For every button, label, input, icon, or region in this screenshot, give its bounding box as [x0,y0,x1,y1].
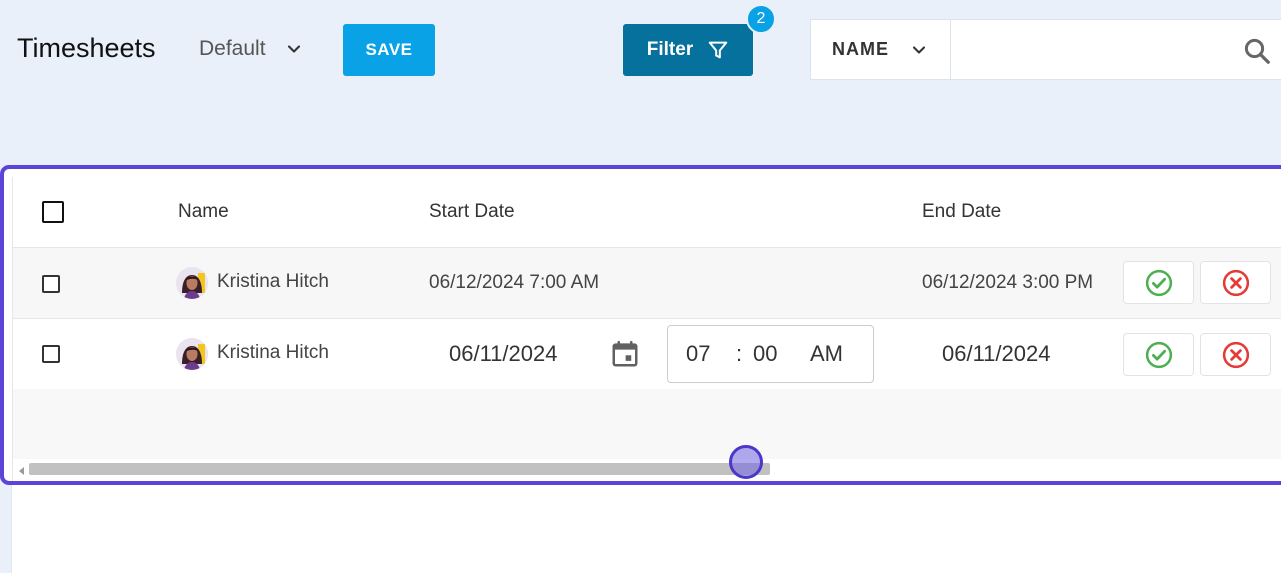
calendar-icon[interactable] [610,339,640,369]
avatar [176,338,208,370]
start-hour[interactable]: 07 [686,341,710,367]
start-datetime: 06/12/2024 7:00 AM [429,272,600,293]
reject-button[interactable] [1200,333,1271,376]
horizontal-scrollbar-thumb[interactable] [29,463,770,475]
avatar [176,267,208,299]
employee-name: Kristina Hitch [217,271,329,292]
view-select[interactable]: Default [199,37,304,61]
search-field-select[interactable]: NAME [811,20,951,79]
start-minute[interactable]: 00 [753,341,777,367]
filter-button-label: Filter [646,39,694,60]
reject-button[interactable] [1200,261,1271,304]
column-header-name[interactable]: Name [178,201,229,223]
filter-count-badge: 2 [746,4,776,34]
end-date-input[interactable]: 06/11/2024 [942,341,1050,367]
filter-icon [708,41,728,59]
x-circle-icon [1222,341,1249,368]
end-datetime: 06/12/2024 3:00 PM [922,272,1094,293]
search-icon[interactable] [1242,36,1272,66]
time-separator: : [736,341,743,366]
page-title: Timesheets [17,33,156,63]
start-date-input[interactable]: 06/11/2024 [449,341,557,367]
row-checkbox[interactable] [42,275,60,293]
pointer-indicator [729,445,763,479]
employee-name: Kristina Hitch [217,342,329,363]
save-button[interactable]: SAVE [343,24,435,76]
grid-empty-area [13,389,1281,459]
filter-button[interactable]: Filter [623,24,753,76]
horizontal-scrollbar[interactable] [13,459,1281,481]
chevron-down-icon [912,45,926,54]
scroll-left-arrow-icon[interactable] [19,467,24,475]
grid-body: Name Start Date End Date Kristina Hitch … [12,177,1281,481]
view-select-label: Default [199,37,266,60]
row-checkbox[interactable] [42,345,60,363]
x-circle-icon [1222,269,1249,296]
check-circle-icon [1145,269,1172,296]
search-input[interactable] [951,20,1231,79]
approve-button[interactable] [1123,261,1194,304]
start-time-input[interactable]: 07 : 00 AM [667,325,874,383]
grid-header-row: Name Start Date End Date [13,177,1281,248]
approve-button[interactable] [1123,333,1194,376]
check-circle-icon [1145,341,1172,368]
table-row: Kristina Hitch 06/12/2024 7:00 AM 06/12/… [13,248,1281,319]
table-row-editing: Kristina Hitch 06/11/2024 07 : 00 AM 06/… [13,319,1281,390]
search-bar: NAME [810,19,1281,80]
chevron-down-icon [287,45,300,53]
column-header-end-date[interactable]: End Date [922,201,1001,223]
select-all-checkbox[interactable] [42,201,64,223]
timesheet-grid: Name Start Date End Date Kristina Hitch … [0,165,1281,485]
column-header-start-date[interactable]: Start Date [429,201,515,223]
search-field-label: NAME [832,39,889,59]
start-ampm[interactable]: AM [810,341,843,367]
